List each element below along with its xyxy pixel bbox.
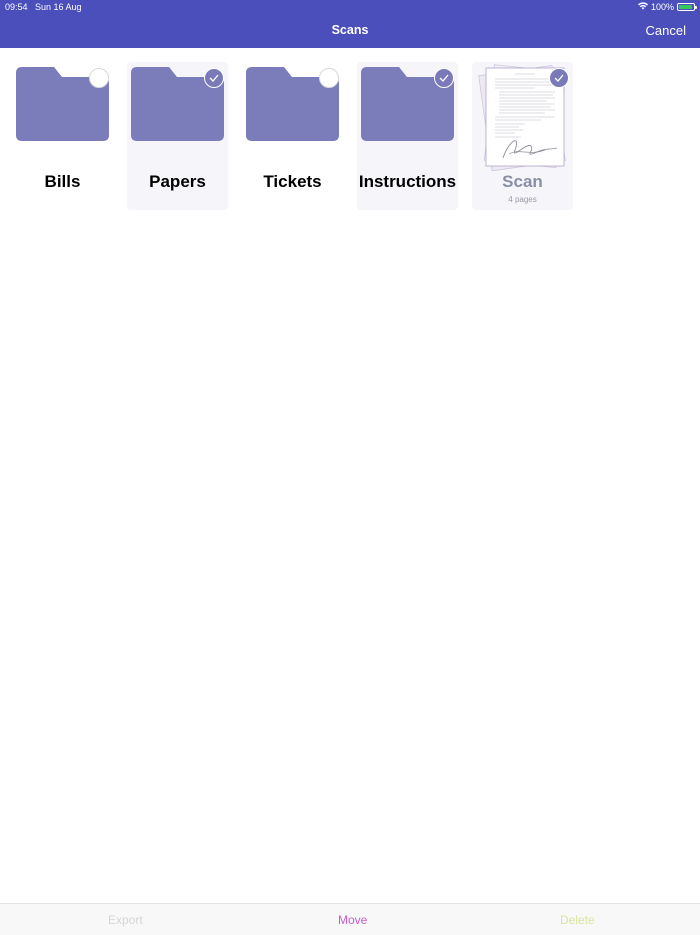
cancel-button[interactable]: Cancel [646,23,686,38]
status-time: 09:54 [5,2,28,12]
checkmark-icon [554,74,564,82]
delete-button[interactable]: Delete [560,913,595,927]
wifi-icon [637,2,648,12]
folder-label: Papers [149,172,206,191]
items-grid: Bills Papers Tickets Instructions Scan 4… [0,48,700,903]
status-indicators: 100% [637,2,697,12]
folder-tile-bills[interactable]: Bills [12,62,113,210]
selection-checkbox[interactable] [549,68,569,88]
selection-checkbox[interactable] [434,68,454,88]
folder-tile-instructions[interactable]: Instructions [357,62,458,210]
folder-label: Bills [44,172,81,191]
move-button[interactable]: Move [338,913,367,927]
selection-checkbox[interactable] [204,68,224,88]
status-bar: 09:54 Sun 16 Aug 100% [0,0,700,14]
folder-tile-tickets[interactable]: Tickets [242,62,343,210]
document-label: Scan [502,172,543,191]
export-button[interactable]: Export [108,913,143,927]
folder-tile-papers[interactable]: Papers [127,62,228,210]
page-title: Scans [331,23,369,37]
selection-checkbox[interactable] [319,68,339,88]
status-date: Sun 16 Aug [35,2,82,12]
battery-percent: 100% [650,2,674,12]
checkmark-icon [209,74,219,82]
folder-label: Tickets [263,172,322,191]
checkmark-icon [439,74,449,82]
document-tile-scan[interactable]: Scan 4 pages [472,62,573,210]
folder-label: Instructions [358,172,457,191]
bottom-toolbar: Export Move Delete [0,903,700,935]
selection-checkbox[interactable] [89,68,109,88]
battery-icon [677,3,697,11]
navigation-bar: 09:54 Sun 16 Aug 100% Scans Cancel [0,0,700,48]
page-count: 4 pages [508,195,537,204]
